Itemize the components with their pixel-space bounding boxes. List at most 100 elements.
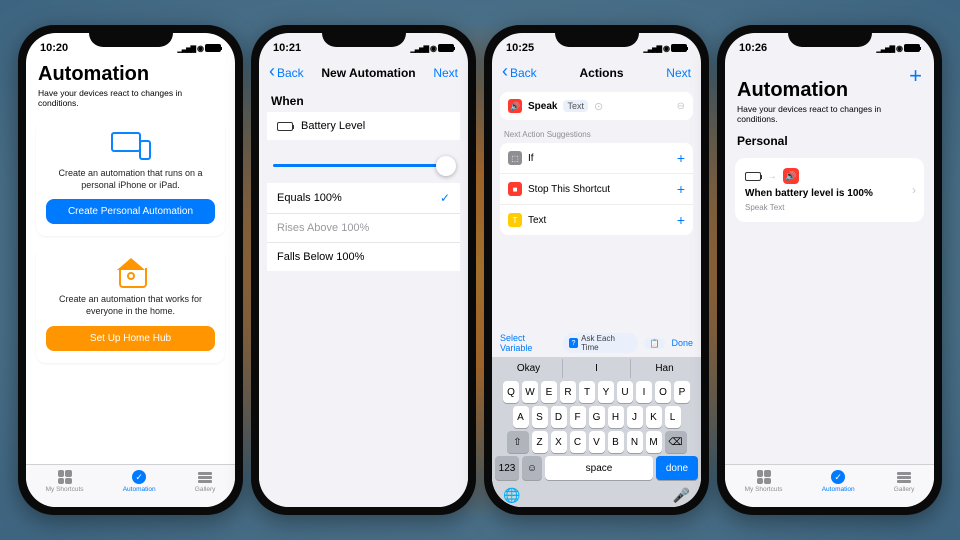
key-K[interactable]: K	[646, 406, 662, 428]
key-C[interactable]: C	[570, 431, 586, 453]
key-P[interactable]: P	[674, 381, 690, 403]
add-icon[interactable]: +	[677, 181, 685, 197]
close-icon[interactable]: ⊖	[677, 101, 685, 112]
key-W[interactable]: W	[522, 381, 538, 403]
done-key[interactable]: done	[656, 456, 698, 480]
page-header: Automation Have your devices react to ch…	[725, 59, 934, 126]
mic-icon[interactable]: 🎤	[673, 487, 690, 504]
key-G[interactable]: G	[589, 406, 605, 428]
key-H[interactable]: H	[608, 406, 624, 428]
key-L[interactable]: L	[665, 406, 681, 428]
setup-home-button[interactable]: Set Up Home Hub	[46, 326, 215, 351]
clock: 10:21	[273, 42, 301, 54]
add-icon[interactable]: +	[677, 212, 685, 228]
key-123[interactable]: 123	[495, 456, 519, 480]
add-button[interactable]: +	[909, 63, 922, 89]
tab-gallery[interactable]: Gallery	[894, 469, 915, 493]
key-A[interactable]: A	[513, 406, 529, 428]
suggestion-text[interactable]: TText+	[500, 205, 693, 235]
key-X[interactable]: X	[551, 431, 567, 453]
automation-flow: → 🔊	[745, 168, 914, 184]
space-key[interactable]: space	[545, 456, 653, 480]
emoji-key[interactable]: ☺	[522, 456, 542, 480]
tab-automation[interactable]: ✓Automation	[822, 469, 855, 493]
text-field[interactable]: Text	[563, 100, 588, 112]
phone-1: 10:20 Automation Have your devices react…	[18, 25, 243, 515]
key-M[interactable]: M	[646, 431, 662, 453]
key-T[interactable]: T	[579, 381, 595, 403]
tab-gallery[interactable]: Gallery	[195, 469, 216, 493]
key-V[interactable]: V	[589, 431, 605, 453]
key-Z[interactable]: Z	[532, 431, 548, 453]
chevron-left-icon	[502, 65, 508, 80]
key-U[interactable]: U	[617, 381, 633, 403]
automation-item[interactable]: → 🔊 When battery level is 100% Speak Tex…	[735, 158, 924, 222]
next-button[interactable]: Next	[433, 66, 458, 80]
check-icon: ✓	[831, 470, 845, 484]
key-Q[interactable]: Q	[503, 381, 519, 403]
key-O[interactable]: O	[655, 381, 671, 403]
prediction[interactable]: I	[562, 359, 630, 378]
home-automation-card: Create an automation that works for ever…	[36, 246, 225, 362]
key-S[interactable]: S	[532, 406, 548, 428]
shift-key[interactable]: ⇧	[507, 431, 529, 453]
back-button[interactable]: Back	[502, 65, 537, 80]
option-equals[interactable]: Equals 100%✓	[267, 183, 460, 214]
key-Y[interactable]: Y	[598, 381, 614, 403]
check-icon: ✓	[440, 191, 450, 205]
home-icon	[115, 258, 147, 286]
suggestion-stop[interactable]: ■Stop This Shortcut+	[500, 174, 693, 205]
clock: 10:26	[739, 42, 767, 54]
option-rises[interactable]: Rises Above 100%	[267, 214, 460, 243]
trigger-row[interactable]: Battery Level	[267, 112, 460, 140]
key-J[interactable]: J	[627, 406, 643, 428]
select-variable[interactable]: Select Variable	[500, 333, 557, 353]
speak-action[interactable]: 🔊 Speak Text ⊙ ⊖	[500, 92, 693, 120]
nav-bar: Back Actions Next	[492, 61, 701, 86]
speaker-icon: 🔊	[783, 168, 799, 184]
signal-icon	[876, 43, 894, 53]
delete-key[interactable]: ⌫	[665, 431, 687, 453]
globe-icon[interactable]: 🌐	[503, 487, 520, 504]
chevron-right-icon: ›	[912, 183, 916, 197]
next-button[interactable]: Next	[666, 66, 691, 80]
tab-bar: My Shortcuts ✓Automation Gallery	[725, 464, 934, 507]
key-I[interactable]: I	[636, 381, 652, 403]
notch	[555, 25, 639, 47]
clipboard-icon: 📋	[650, 339, 660, 348]
tab-automation[interactable]: ✓Automation	[123, 469, 156, 493]
battery-slider[interactable]	[273, 164, 454, 167]
suggestion-if[interactable]: ⬚If+	[500, 143, 693, 174]
key-R[interactable]: R	[560, 381, 576, 403]
back-button[interactable]: Back	[269, 65, 304, 80]
create-personal-button[interactable]: Create Personal Automation	[46, 199, 215, 224]
automation-sub: Speak Text	[745, 203, 914, 212]
home-desc: Create an automation that works for ever…	[46, 294, 215, 317]
wifi-icon	[430, 43, 436, 53]
done-link[interactable]: Done	[671, 338, 693, 348]
add-icon[interactable]: +	[677, 150, 685, 166]
tab-shortcuts[interactable]: My Shortcuts	[745, 469, 783, 493]
page-subtitle: Have your devices react to changes in co…	[38, 88, 223, 108]
phone-3: 10:25 Back Actions Next 🔊 Speak Text ⊙ ⊖…	[484, 25, 709, 515]
key-E[interactable]: E	[541, 381, 557, 403]
prediction[interactable]: Okay	[495, 359, 562, 378]
battery-icon	[438, 44, 454, 52]
key-B[interactable]: B	[608, 431, 624, 453]
speaker-icon: 🔊	[508, 99, 522, 113]
prediction-bar: Okay I Han	[495, 359, 698, 378]
expand-icon[interactable]: ⊙	[594, 100, 603, 113]
signal-icon	[177, 43, 195, 53]
key-N[interactable]: N	[627, 431, 643, 453]
tab-shortcuts[interactable]: My Shortcuts	[46, 469, 84, 493]
prediction[interactable]: Han	[630, 359, 698, 378]
key-F[interactable]: F	[570, 406, 586, 428]
ask-each-time[interactable]: ?Ask Each Time	[563, 333, 638, 353]
personal-desc: Create an automation that runs on a pers…	[46, 168, 215, 191]
chevron-left-icon	[269, 65, 275, 80]
option-falls[interactable]: Falls Below 100%	[267, 243, 460, 271]
battery-icon	[277, 122, 293, 131]
clipboard-token[interactable]: 📋	[644, 338, 666, 349]
key-D[interactable]: D	[551, 406, 567, 428]
slider-thumb[interactable]	[436, 156, 456, 176]
